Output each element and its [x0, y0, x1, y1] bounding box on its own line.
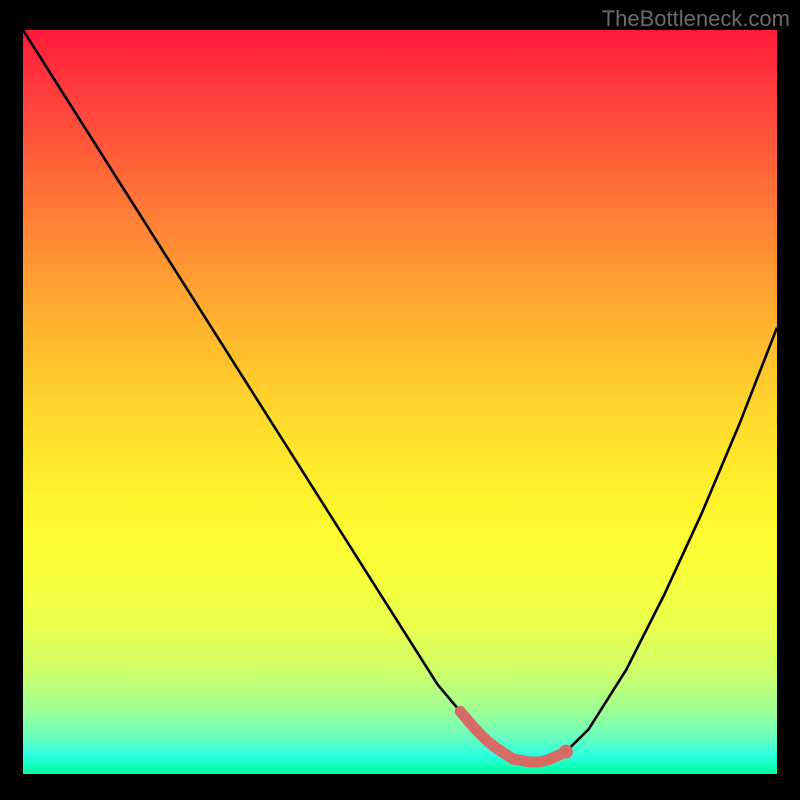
chart-plot-area [23, 30, 777, 774]
optimal-range-highlight [460, 712, 566, 763]
bottleneck-curve-line [23, 30, 777, 763]
chart-svg-layer [23, 30, 777, 774]
optimal-point-marker [559, 745, 573, 759]
watermark-text: TheBottleneck.com [602, 6, 790, 32]
